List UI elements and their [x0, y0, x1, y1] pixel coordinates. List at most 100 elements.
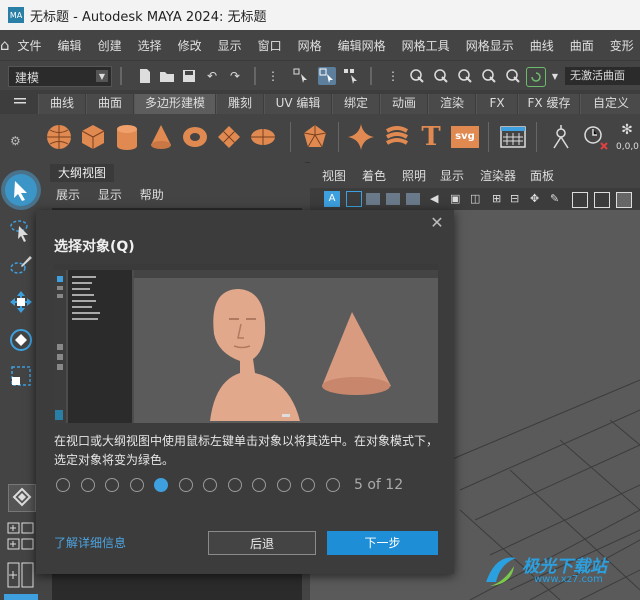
selection-mask-icon[interactable]: ⋮: [264, 67, 282, 85]
menu-select[interactable]: 选择: [130, 37, 170, 54]
outliner-menu-help[interactable]: 帮助: [140, 188, 164, 202]
select-hierarchy-icon[interactable]: [292, 67, 310, 85]
snap-point-icon[interactable]: [456, 67, 474, 85]
close-icon[interactable]: ✕: [428, 214, 446, 232]
outliner-menu-show[interactable]: 展示: [56, 188, 80, 202]
bookmarks-icon[interactable]: [366, 193, 380, 205]
poly-cylinder-icon[interactable]: [112, 122, 142, 152]
camera-icon[interactable]: ◀: [430, 192, 444, 206]
viewport-menu-shading[interactable]: 着色: [362, 167, 386, 184]
step-dot[interactable]: [80, 478, 95, 492]
shelf-tab-rigging[interactable]: 绑定: [332, 94, 379, 114]
save-scene-icon[interactable]: [180, 67, 198, 85]
outliner-menu-display[interactable]: 显示: [98, 188, 122, 202]
poly-sphere-icon[interactable]: [44, 122, 74, 152]
step-dot[interactable]: [203, 478, 217, 492]
select-tool-icon[interactable]: [5, 174, 37, 206]
history-icon[interactable]: [526, 67, 546, 87]
menu-display[interactable]: 显示: [210, 37, 250, 54]
menu-deform[interactable]: 变形: [602, 37, 640, 54]
open-scene-icon[interactable]: [158, 67, 176, 85]
menu-edit-mesh[interactable]: 编辑网格: [330, 37, 394, 54]
grid-toggle-icon[interactable]: [572, 192, 588, 208]
step-dot[interactable]: [56, 478, 70, 492]
menu-modify[interactable]: 修改: [170, 37, 210, 54]
input-field-icon[interactable]: ⋮: [384, 67, 402, 85]
viewport-menu-show[interactable]: 显示: [440, 167, 464, 184]
menu-mesh[interactable]: 网格: [290, 37, 330, 54]
measure-tool-icon[interactable]: [546, 122, 576, 152]
shelf-tab-fx[interactable]: FX: [476, 94, 517, 114]
poly-helix-icon[interactable]: [382, 122, 412, 152]
select-object-mode-icon[interactable]: [318, 67, 336, 85]
step-dot[interactable]: [227, 478, 242, 492]
menu-file[interactable]: 文件: [10, 37, 50, 54]
layout-single-icon[interactable]: [8, 484, 36, 512]
gate-mask-icon[interactable]: ⊟: [510, 192, 524, 206]
shelf-tab-uv-editing[interactable]: UV 编辑: [264, 94, 331, 114]
viewport-menu-panels[interactable]: 面板: [530, 167, 554, 184]
select-camera-icon[interactable]: A: [324, 191, 340, 207]
menu-set-dropdown[interactable]: 建模 ▼: [8, 66, 112, 87]
outliner-title-tab[interactable]: 大纲视图: [50, 164, 115, 182]
step-dot[interactable]: [325, 478, 340, 492]
wireframe-icon[interactable]: [594, 192, 610, 208]
snap-grid-icon[interactable]: [408, 67, 426, 85]
shelf-tab-animation[interactable]: 动画: [380, 94, 427, 114]
snap-view-plane-icon[interactable]: [480, 67, 498, 85]
select-component-icon[interactable]: [342, 67, 360, 85]
step-dot[interactable]: [129, 478, 144, 492]
modeling-toolkit-icon[interactable]: [498, 122, 528, 152]
shelf-tab-custom[interactable]: 自定义: [580, 94, 640, 114]
layout-add-icon[interactable]: [7, 562, 35, 588]
shelf-menu-icon[interactable]: [14, 96, 28, 110]
poly-platonic-icon[interactable]: [300, 122, 330, 152]
paint-select-tool-icon[interactable]: [5, 250, 37, 282]
poly-type-icon[interactable]: T: [416, 122, 446, 152]
shelf-tab-surfaces[interactable]: 曲面: [86, 94, 133, 114]
step-dot[interactable]: [276, 478, 291, 492]
viewport-menu-view[interactable]: 视图: [322, 167, 346, 184]
menu-edit[interactable]: 编辑: [50, 37, 90, 54]
next-button[interactable]: 下一步: [327, 531, 438, 555]
poly-svg-icon[interactable]: svg: [450, 122, 480, 152]
poly-disc-icon[interactable]: [248, 122, 278, 152]
step-dot[interactable]: [105, 478, 119, 492]
snap-live-icon[interactable]: [504, 67, 522, 85]
timer-icon[interactable]: [580, 122, 610, 152]
new-scene-icon[interactable]: [136, 67, 154, 85]
poly-plane-icon[interactable]: [214, 122, 244, 152]
image-plane-icon[interactable]: [386, 193, 400, 205]
grease-pencil-icon[interactable]: ▣: [450, 192, 464, 206]
back-button[interactable]: 后退: [208, 531, 316, 555]
shelf-tab-poly-modeling[interactable]: 多边形建模: [134, 94, 215, 114]
no-live-surface-field[interactable]: 无激活曲面: [565, 67, 640, 85]
redo-icon[interactable]: ↷: [226, 67, 244, 85]
resolution-gate-icon[interactable]: ⊞: [492, 192, 506, 206]
layout-quad-icon[interactable]: [7, 522, 35, 534]
shelf-tab-rendering[interactable]: 渲染: [428, 94, 475, 114]
camera-attributes-icon[interactable]: [346, 191, 362, 207]
menu-surfaces[interactable]: 曲面: [562, 37, 602, 54]
learn-more-link[interactable]: 了解详细信息: [54, 534, 126, 551]
move-tool-icon[interactable]: [5, 286, 37, 318]
undo-icon[interactable]: ↶: [203, 67, 221, 85]
scale-tool-icon[interactable]: [5, 360, 37, 392]
rotate-tool-icon[interactable]: [5, 324, 37, 356]
menu-create[interactable]: 创建: [90, 37, 130, 54]
viewport-menu-lighting[interactable]: 照明: [402, 167, 426, 184]
shelf-tab-curves[interactable]: 曲线: [38, 94, 85, 114]
home-icon[interactable]: ⌂: [0, 36, 10, 54]
chevron-down-icon[interactable]: ▼: [546, 67, 564, 85]
step-dot[interactable]: [252, 478, 266, 492]
super-shape-icon[interactable]: [346, 122, 376, 152]
menu-mesh-display[interactable]: 网格显示: [458, 37, 522, 54]
2d-pan-zoom-icon[interactable]: [406, 193, 420, 205]
shelf-tab-sculpting[interactable]: 雕刻: [216, 94, 263, 114]
film-gate-icon[interactable]: ◫: [470, 192, 484, 206]
menu-mesh-tools[interactable]: 网格工具: [394, 37, 458, 54]
poly-cone-icon[interactable]: [146, 122, 176, 152]
snap-curve-icon[interactable]: [432, 67, 450, 85]
step-dot[interactable]: [154, 478, 168, 492]
viewport-menu-renderer[interactable]: 渲染器: [480, 167, 516, 184]
